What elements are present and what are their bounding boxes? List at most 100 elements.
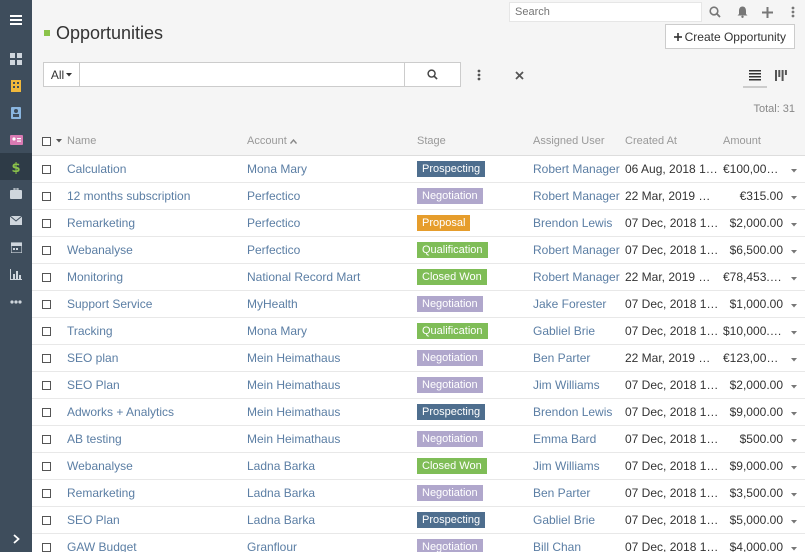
opportunity-name-link[interactable]: Remarketing (67, 216, 135, 230)
row-actions-cell[interactable] (783, 155, 805, 183)
assigned-user-link[interactable]: Brendon Lewis (533, 216, 612, 230)
filter-search-button[interactable] (404, 63, 460, 86)
create-opportunity-button[interactable]: Create Opportunity (664, 24, 795, 49)
account-link[interactable]: MyHealth (247, 297, 298, 311)
opportunity-name-link[interactable]: SEO Plan (67, 378, 120, 392)
column-header-assigned-user[interactable]: Assigned User (533, 128, 625, 156)
column-header-name[interactable]: Name (67, 128, 247, 156)
opportunity-name-link[interactable]: AB testing (67, 432, 122, 446)
account-link[interactable]: Mein Heimathaus (247, 432, 340, 446)
assigned-user-link[interactable]: Brendon Lewis (533, 405, 612, 419)
nav-cases[interactable] (0, 180, 32, 207)
nav-more[interactable] (0, 288, 32, 315)
nav-opportunities[interactable]: $ (0, 153, 32, 180)
nav-email[interactable] (0, 207, 32, 234)
menu-toggle-button[interactable] (0, 0, 32, 40)
row-checkbox[interactable] (42, 434, 51, 444)
account-link[interactable]: Ladna Barka (247, 486, 315, 500)
row-checkbox[interactable] (42, 353, 51, 363)
row-actions-cell[interactable] (783, 398, 805, 426)
row-actions-cell[interactable] (783, 506, 805, 534)
row-checkbox[interactable] (42, 380, 51, 390)
opportunity-name-link[interactable]: Webanalyse (67, 459, 133, 473)
account-link[interactable]: Mona Mary (247, 162, 307, 176)
opportunity-name-link[interactable]: Adworks + Analytics (67, 405, 174, 419)
row-checkbox[interactable] (42, 164, 51, 174)
select-all-header[interactable] (32, 128, 67, 156)
row-checkbox[interactable] (42, 461, 51, 471)
assigned-user-link[interactable]: Jake Forester (533, 297, 606, 311)
row-actions-cell[interactable] (783, 425, 805, 453)
row-actions-cell[interactable] (783, 452, 805, 480)
row-actions-cell[interactable] (783, 263, 805, 291)
opportunity-name-link[interactable]: Monitoring (67, 270, 123, 284)
row-checkbox[interactable] (42, 299, 51, 309)
opportunity-name-link[interactable]: SEO plan (67, 351, 118, 365)
account-link[interactable]: Mein Heimathaus (247, 378, 340, 392)
row-actions-cell[interactable] (783, 344, 805, 372)
filter-text-input[interactable] (80, 63, 404, 86)
opportunity-name-link[interactable]: Tracking (67, 324, 113, 338)
assigned-user-link[interactable]: Ben Parter (533, 351, 590, 365)
opportunity-name-link[interactable]: Calculation (67, 162, 126, 176)
assigned-user-link[interactable]: Robert Manager (533, 243, 620, 257)
assigned-user-link[interactable]: Jim Williams (533, 459, 600, 473)
column-header-stage[interactable]: Stage (417, 128, 533, 156)
user-menu-button[interactable] (783, 2, 803, 22)
account-link[interactable]: Perfectico (247, 216, 300, 230)
assigned-user-link[interactable]: Robert Manager (533, 189, 620, 203)
assigned-user-link[interactable]: Bill Chan (533, 540, 581, 552)
row-actions-cell[interactable] (783, 236, 805, 264)
filter-options-button[interactable] (468, 64, 490, 86)
account-link[interactable]: Ladna Barka (247, 513, 315, 527)
account-link[interactable]: Mona Mary (247, 324, 307, 338)
row-checkbox[interactable] (42, 326, 51, 336)
row-actions-cell[interactable] (783, 317, 805, 345)
search-button[interactable] (705, 2, 725, 22)
opportunity-name-link[interactable]: SEO Plan (67, 513, 120, 527)
account-link[interactable]: National Record Mart (247, 270, 360, 284)
reset-filter-button[interactable] (508, 64, 530, 86)
row-checkbox[interactable] (42, 191, 51, 201)
account-link[interactable]: Granflour (247, 540, 297, 552)
notifications-button[interactable] (732, 2, 752, 22)
row-checkbox[interactable] (42, 488, 51, 498)
assigned-user-link[interactable]: Gabliel Brie (533, 513, 595, 527)
row-checkbox[interactable] (42, 407, 51, 417)
assigned-user-link[interactable]: Robert Manager (533, 270, 620, 284)
nav-dashboard[interactable] (0, 45, 32, 72)
column-header-amount[interactable]: Amount (723, 128, 783, 156)
quick-create-button[interactable] (757, 2, 777, 22)
column-header-created-at[interactable]: Created At (625, 128, 723, 156)
opportunity-name-link[interactable]: Remarketing (67, 486, 135, 500)
row-actions-cell[interactable] (783, 182, 805, 210)
account-link[interactable]: Perfectico (247, 189, 300, 203)
row-actions-cell[interactable] (783, 209, 805, 237)
filter-preset-select[interactable]: All (44, 63, 80, 86)
assigned-user-link[interactable]: Jim Williams (533, 378, 600, 392)
list-view-button[interactable] (744, 64, 766, 86)
sidebar-collapse-button[interactable] (0, 526, 32, 552)
nav-calendar[interactable] (0, 234, 32, 261)
row-checkbox[interactable] (42, 218, 51, 228)
select-all-checkbox[interactable] (42, 136, 51, 146)
nav-contacts[interactable] (0, 99, 32, 126)
nav-leads[interactable] (0, 126, 32, 153)
row-actions-cell[interactable] (783, 533, 805, 552)
account-link[interactable]: Mein Heimathaus (247, 405, 340, 419)
nav-accounts[interactable] (0, 72, 32, 99)
row-checkbox[interactable] (42, 272, 51, 282)
row-actions-cell[interactable] (783, 371, 805, 399)
assigned-user-link[interactable]: Gabliel Brie (533, 324, 595, 338)
opportunity-name-link[interactable]: 12 months subscription (67, 189, 190, 203)
row-checkbox[interactable] (42, 245, 51, 255)
kanban-view-button[interactable] (770, 64, 792, 86)
account-link[interactable]: Mein Heimathaus (247, 351, 340, 365)
nav-reports[interactable] (0, 261, 32, 288)
opportunity-name-link[interactable]: GAW Budget (67, 540, 137, 552)
opportunity-name-link[interactable]: Webanalyse (67, 243, 133, 257)
row-actions-cell[interactable] (783, 290, 805, 318)
opportunity-name-link[interactable]: Support Service (67, 297, 152, 311)
column-header-account[interactable]: Account (247, 128, 417, 156)
global-search-input[interactable] (509, 2, 702, 22)
